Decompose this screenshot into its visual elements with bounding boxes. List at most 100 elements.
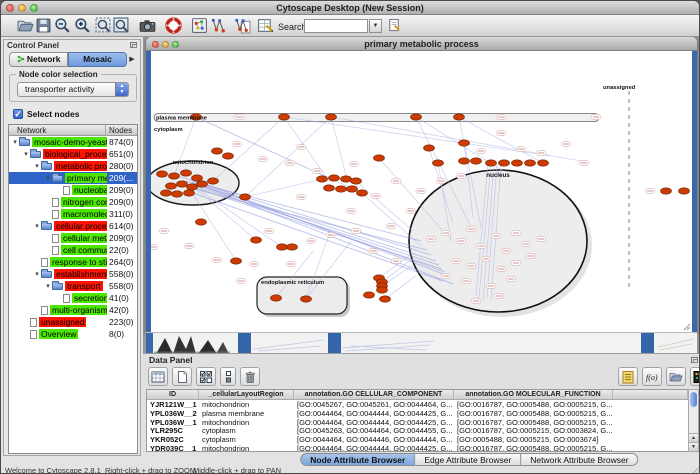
tree-col-divider[interactable] — [105, 125, 106, 136]
float-panel-icon[interactable] — [130, 42, 137, 48]
col-layout-region[interactable]: _cellularLayoutRegion — [199, 390, 294, 399]
svg-text:plasma membrane: plasma membrane — [156, 116, 208, 122]
tree-row[interactable]: response to stimulu264(0) — [9, 256, 137, 268]
table-row[interactable]: YDR039C__1mitochondrion[GO:0044464, GO:0… — [147, 444, 688, 452]
attribute-table-rows: YJR121W__1mitochondrion[GO:0045267, GO:0… — [147, 400, 688, 452]
tree-row[interactable]: ▾transport558(0) — [9, 280, 137, 292]
tab-node-attribute-browser[interactable]: Node Attribute Browser — [300, 453, 415, 466]
tree-row[interactable]: nitrogen compo209(0) — [9, 196, 137, 208]
search-dropdown-icon[interactable]: ▼ — [369, 19, 382, 33]
expand-triangle-icon[interactable]: ▾ — [11, 138, 19, 146]
image-nodes-icon[interactable] — [191, 17, 208, 34]
camera-icon[interactable] — [138, 17, 157, 34]
attribute-table[interactable]: ID _cellularLayoutRegion annotation.GO C… — [146, 389, 689, 452]
tree-row[interactable]: ▾establishment of lo558(0) — [9, 268, 137, 280]
table-scrollbar[interactable]: ▲ ▼ — [688, 389, 699, 452]
expand-triangle-icon[interactable]: ▾ — [33, 162, 41, 170]
control-panel-title: Control Panel — [4, 40, 140, 51]
tree-row-count: 558(0) — [109, 269, 134, 279]
tree-row[interactable]: macromolecule311(0) — [9, 208, 137, 220]
tree-row[interactable]: cellular metabo209(0) — [9, 232, 137, 244]
import-attributes-folder-icon[interactable] — [666, 367, 686, 386]
nodes-blue-red-2-icon[interactable] — [234, 17, 251, 34]
tree-row-label: macromolecule — [61, 209, 107, 219]
unselect-attributes-icon[interactable] — [220, 367, 236, 386]
status-pan-hint: Middle-click + drag to PAN — [193, 466, 281, 474]
tree-row[interactable]: cell communicat22(0) — [9, 244, 137, 256]
zoom-fit-icon[interactable] — [113, 17, 130, 34]
attribute-browser-tabs: Node Attribute BrowserEdge Attribute Bro… — [1, 453, 700, 466]
svg-text:unassigned: unassigned — [603, 85, 636, 91]
expand-triangle-icon[interactable]: ▾ — [33, 222, 41, 230]
table-cell: cytoplasm — [199, 426, 294, 435]
tab-overflow-arrow[interactable]: ▶ — [127, 52, 137, 67]
expand-triangle-icon[interactable]: ▾ — [44, 174, 52, 182]
folder-open-icon[interactable] — [17, 17, 34, 34]
network-view-window[interactable]: primary metabolic process plasma membran… — [146, 37, 697, 332]
tab-network[interactable]: Network — [9, 52, 68, 67]
function-builder-icon[interactable]: f(o) — [642, 367, 662, 386]
tab-mosaic[interactable]: Mosaic — [68, 52, 127, 67]
floppy-save-icon[interactable] — [35, 17, 52, 34]
title-bar[interactable]: Cytoscape Desktop (New Session) — [1, 1, 699, 15]
zoom-selected-icon[interactable] — [95, 17, 112, 34]
tree-row-label: primary metabo — [65, 173, 107, 183]
scrollbar-thumb[interactable] — [690, 392, 697, 407]
table-pencil-icon[interactable] — [257, 17, 274, 34]
tree-row-label: unassigned — [39, 317, 86, 327]
tree-row-count: 209(0) — [109, 197, 134, 207]
tree-row[interactable]: ▾biological_process651(0) — [9, 148, 137, 160]
select-attributes-icon[interactable] — [196, 367, 216, 386]
tree-row[interactable]: ▾primary metabo209(... — [9, 172, 137, 184]
scroll-up-icon[interactable]: ▲ — [689, 433, 698, 442]
network-canvas[interactable]: plasma membranecytoplasmmitochondrionnuc… — [151, 51, 692, 332]
tree-row[interactable]: ▾metabolic process280(0) — [9, 160, 137, 172]
table-row[interactable]: YLR295Ccytoplasm[GO:0045263, GO:0044464,… — [147, 426, 688, 435]
tree-row-label: cellular process — [54, 221, 107, 231]
page-pencil-icon[interactable] — [387, 17, 402, 34]
node-color-dropdown[interactable]: transporter activity ▲▼ — [17, 82, 129, 97]
col-filler — [613, 390, 688, 399]
table-row[interactable]: YJR121W__1mitochondrion[GO:0045267, GO:0… — [147, 400, 688, 409]
tree-row[interactable]: secretion41(0) — [9, 292, 137, 304]
new-attribute-icon[interactable] — [172, 367, 192, 386]
network-tree-header[interactable]: Network Nodes — [9, 125, 137, 136]
table-cell: mitochondrion — [199, 400, 294, 409]
col-id[interactable]: ID — [147, 390, 199, 399]
table-cell: YJR121W__1 — [147, 400, 199, 409]
tree-row[interactable]: ▾cellular process614(0) — [9, 220, 137, 232]
help-lifesaver-icon[interactable] — [165, 17, 182, 34]
tab-network-attribute-browser[interactable]: Network Attribute Browser — [521, 453, 638, 466]
folder-icon — [30, 151, 41, 158]
zoom-in-icon[interactable] — [74, 17, 91, 34]
table-cell: [GO:0016787, GO:0005215, GO:0003824, G..… — [454, 426, 613, 435]
expand-triangle-icon[interactable]: ▾ — [44, 282, 52, 290]
table-row[interactable]: YKR052Ccytoplasm[GO:0044464, GO:0044446,… — [147, 435, 688, 444]
float-data-panel-icon[interactable] — [691, 357, 698, 363]
zoom-out-icon[interactable] — [54, 17, 71, 34]
scroll-down-icon[interactable]: ▼ — [689, 442, 698, 451]
label-list-icon[interactable] — [618, 367, 638, 386]
attribute-table-icon[interactable] — [148, 367, 168, 386]
table-row[interactable]: YPL036W__1mitochondrion[GO:0044464, GO:0… — [147, 418, 688, 427]
col-cellular-component[interactable]: annotation.GO CELLULAR_COMPONENT — [294, 390, 454, 399]
matrix-view-icon[interactable] — [690, 367, 700, 386]
tree-row[interactable]: multi-organism pro42(0) — [9, 304, 137, 316]
resize-grip[interactable] — [692, 466, 700, 474]
delete-attribute-trash-icon[interactable] — [240, 367, 260, 386]
network-view-titlebar[interactable]: primary metabolic process — [146, 37, 697, 51]
tree-row-count: 8(0) — [109, 329, 124, 339]
attribute-table-header[interactable]: ID _cellularLayoutRegion annotation.GO C… — [147, 390, 688, 400]
tree-row[interactable]: nucleobase-209(0) — [9, 184, 137, 196]
nodes-blue-red-1-icon[interactable] — [210, 17, 227, 34]
tab-edge-attribute-browser[interactable]: Edge Attribute Browser — [415, 453, 521, 466]
expand-triangle-icon[interactable]: ▾ — [22, 150, 30, 158]
expand-triangle-icon[interactable]: ▾ — [33, 270, 41, 278]
tree-row[interactable]: unassigned223(0) — [9, 316, 137, 328]
col-molecular-function[interactable]: annotation.GO MOLECULAR_FUNCTION — [454, 390, 613, 399]
search-input[interactable] — [304, 19, 368, 33]
tree-row[interactable]: ▾mosaic-demo-yeast874(0) — [9, 136, 137, 148]
tree-row[interactable]: Overview8(0) — [9, 328, 137, 340]
select-nodes-checkbox[interactable]: ✓ — [13, 109, 23, 119]
table-row[interactable]: YPL036W__2plasma membrane[GO:0044464, GO… — [147, 409, 688, 418]
